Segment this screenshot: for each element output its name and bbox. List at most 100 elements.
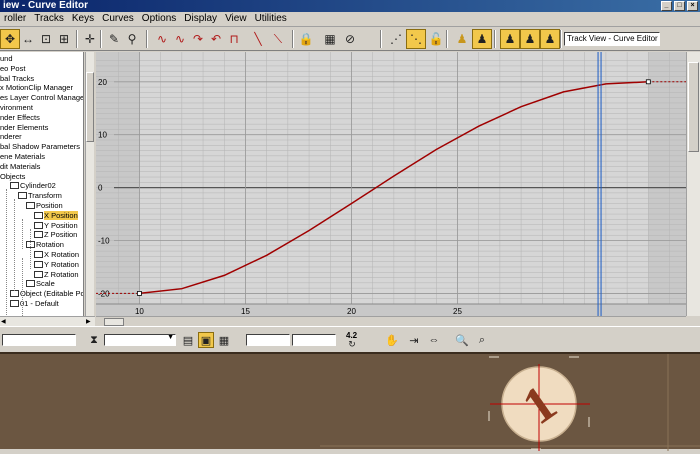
lock-tangents-icon[interactable]: 🔓: [426, 29, 446, 49]
title-bar: iew - Curve Editor _ □ ×: [0, 0, 700, 12]
tree-connector: [22, 219, 23, 249]
tree-item[interactable]: Y Rotation: [34, 260, 79, 270]
show-biped-z-icon[interactable]: ♟: [540, 29, 560, 49]
show-biped-y-icon[interactable]: ♟: [520, 29, 540, 49]
tree-item[interactable]: Z Rotation: [34, 270, 79, 280]
tree-item[interactable]: Position: [26, 201, 63, 211]
tree-item[interactable]: X Rotation: [34, 250, 79, 260]
zoom-horizontal-icon[interactable]: ⇔: [426, 332, 442, 348]
tree-item-label: X Rotation: [44, 250, 80, 259]
frame-field[interactable]: [246, 334, 290, 346]
menu-tracks[interactable]: Tracks: [30, 12, 68, 26]
menu-utilities[interactable]: Utilities: [251, 12, 291, 26]
value-field[interactable]: [292, 334, 336, 346]
tree-item[interactable]: Cylinder02: [10, 181, 56, 191]
parameter-curve-icon[interactable]: ⊘: [340, 29, 360, 49]
menu-display[interactable]: Display: [180, 12, 221, 26]
tangent-step-icon[interactable]: ⊓: [224, 29, 244, 49]
tangent-auto-icon[interactable]: ∿: [152, 29, 172, 49]
tree-item[interactable]: Transform: [18, 191, 62, 201]
zoom-extents-icon[interactable]: ⇥: [406, 332, 422, 348]
x-tick-label: 20: [347, 307, 356, 316]
tree-item[interactable]: 01 - Default: [10, 299, 59, 309]
move-keys-icon[interactable]: ✥: [0, 29, 20, 49]
normalize-icon[interactable]: ↻: [344, 339, 360, 349]
show-biped-position-icon[interactable]: ♟: [452, 29, 472, 49]
tree-item[interactable]: nderer: [0, 132, 22, 142]
reduce-keys-icon[interactable]: ⚲: [122, 29, 142, 49]
pan-hand-icon[interactable]: ✋: [384, 332, 400, 348]
menu-controller[interactable]: roller: [0, 12, 30, 26]
tree-item[interactable]: X Position: [34, 210, 78, 221]
toolbar-separator: [76, 30, 78, 48]
tangent-fast-icon[interactable]: ↷: [188, 29, 208, 49]
graph-scroll-thumb[interactable]: [104, 318, 124, 326]
key-filter-dropdown[interactable]: ▼: [104, 334, 176, 346]
perspective-viewport[interactable]: 1: [0, 352, 700, 451]
tree-item[interactable]: eo Post: [0, 64, 25, 74]
show-all-tangents-icon[interactable]: ⋱: [406, 29, 426, 49]
scale-keys-icon[interactable]: ⊡: [36, 29, 56, 49]
menu-keys[interactable]: Keys: [68, 12, 98, 26]
zoom-icon[interactable]: 🔍: [454, 332, 470, 348]
tree-item[interactable]: Rotation: [26, 240, 64, 250]
tree-item-label: ene Materials: [0, 152, 46, 161]
frame-selected-icon[interactable]: ▣: [198, 332, 214, 348]
scroll-left-arrow-icon[interactable]: ◀: [1, 318, 6, 325]
tree-item[interactable]: bal Shadow Parameters: [0, 142, 80, 152]
show-all-icon[interactable]: ▦: [216, 332, 232, 348]
tree-item[interactable]: ene Materials: [0, 152, 45, 162]
zoom-region-icon[interactable]: ⌕: [474, 332, 490, 348]
tree-item[interactable]: nder Elements: [0, 123, 48, 133]
snap-frames-icon[interactable]: ▦: [320, 29, 340, 49]
y-tick-label: -10: [98, 237, 110, 246]
minimize-button[interactable]: _: [661, 1, 672, 11]
tree-item[interactable]: Y Position: [34, 221, 78, 231]
tree-item[interactable]: Objects: [0, 172, 25, 182]
tree-vertical-scrollbar[interactable]: [85, 52, 94, 316]
view-name-field[interactable]: Track View - Curve Editor: [564, 32, 660, 46]
maximize-button[interactable]: □: [674, 1, 685, 11]
scroll-right-arrow-icon[interactable]: ▶: [86, 318, 91, 325]
show-tangents-icon[interactable]: ⋰: [386, 29, 406, 49]
close-button[interactable]: ×: [687, 1, 698, 11]
curve-graph-svg[interactable]: 20 10 0 -10 -20 10 15 20 25: [96, 52, 686, 316]
filter-icon[interactable]: ⧗: [86, 332, 102, 348]
show-biped-rotation-icon[interactable]: ♟: [472, 29, 492, 49]
tree-item[interactable]: Z Position: [34, 230, 77, 240]
slide-keys-icon[interactable]: ↔: [18, 29, 38, 49]
tangent-linear-icon[interactable]: ╲: [248, 29, 268, 49]
tangent-slow-icon[interactable]: ↶: [206, 29, 226, 49]
graph-vertical-scrollbar[interactable]: [686, 52, 700, 316]
tree-item-label: Transform: [28, 191, 62, 201]
draw-curves-icon[interactable]: ✎: [104, 29, 124, 49]
tree-scroll-thumb[interactable]: [86, 72, 94, 142]
tree-item[interactable]: vironment: [0, 103, 33, 113]
tree-item[interactable]: Scale: [26, 279, 55, 289]
track-name-field[interactable]: [2, 334, 76, 346]
menu-options[interactable]: Options: [138, 12, 180, 26]
menu-view[interactable]: View: [221, 12, 251, 26]
tree-horizontal-scrollbar[interactable]: ◀ ▶: [0, 316, 95, 326]
graph-vscroll-thumb[interactable]: [688, 62, 699, 152]
curve-graph[interactable]: 20 10 0 -10 -20 10 15 20 25: [96, 52, 686, 316]
tangent-custom-icon[interactable]: ∿: [170, 29, 190, 49]
tree-item[interactable]: und: [0, 54, 13, 64]
add-keys-icon[interactable]: ✛: [80, 29, 100, 49]
show-selected-icon[interactable]: ▤: [180, 332, 196, 348]
graph-horizontal-scrollbar[interactable]: [96, 316, 686, 326]
tree-item[interactable]: bal Tracks: [0, 74, 34, 84]
show-biped-x-icon[interactable]: ♟: [500, 29, 520, 49]
scale-values-icon[interactable]: ⊞: [54, 29, 74, 49]
toolbar-separator: [560, 30, 562, 48]
tree-item[interactable]: es Layer Control Manager: [0, 93, 83, 103]
track-icon: [10, 182, 19, 190]
tree-item[interactable]: dit Materials: [0, 162, 40, 172]
menu-curves[interactable]: Curves: [98, 12, 138, 26]
tree-item-label: Objects: [0, 171, 26, 181]
tree-item[interactable]: x MotionClip Manager: [0, 83, 73, 93]
tree-item[interactable]: nder Effects: [0, 113, 40, 123]
toolbar-separator: [494, 30, 496, 48]
tangent-smooth-icon[interactable]: ⟍: [268, 29, 288, 49]
lock-selection-icon[interactable]: 🔒: [296, 29, 316, 49]
